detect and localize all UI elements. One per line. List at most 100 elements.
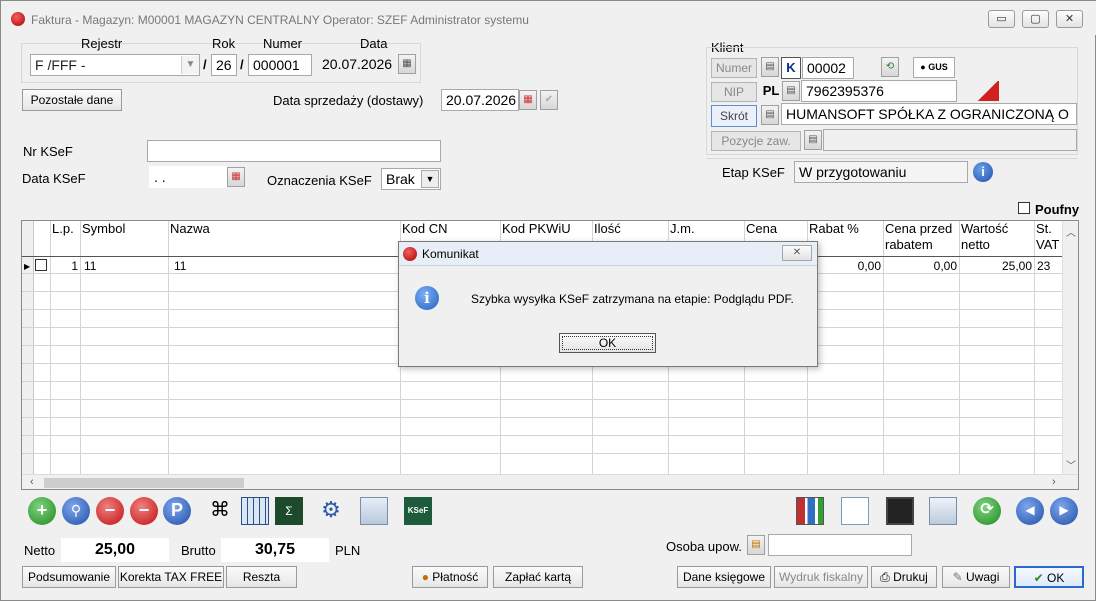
pozycje-zaw-input[interactable]: [823, 129, 1077, 151]
cell-rabat[interactable]: 0,00: [807, 259, 881, 273]
lookup-icon[interactable]: ▤: [761, 105, 779, 125]
previous-icon[interactable]: ◀: [1016, 497, 1044, 525]
add-icon[interactable]: +: [28, 497, 56, 525]
table-icon[interactable]: [241, 497, 269, 525]
column-header-kod-cn[interactable]: Kod CN: [402, 221, 448, 237]
column-divider: [80, 221, 81, 475]
chevron-down-icon[interactable]: ▼: [421, 170, 439, 188]
document-icon[interactable]: [841, 497, 869, 525]
calendar-icon[interactable]: ▦: [398, 54, 416, 74]
rejestr-select[interactable]: F /FFF -: [30, 54, 200, 76]
column-header-symbol[interactable]: Symbol: [82, 221, 125, 237]
data-sprzedazy-input[interactable]: 20.07.2026: [441, 89, 519, 111]
cell-symbol[interactable]: 11: [84, 259, 96, 273]
column-header-nazwa[interactable]: Nazwa: [170, 221, 210, 237]
ok-button[interactable]: ✔ OK: [1014, 566, 1084, 588]
calendar-icon[interactable]: ▦: [519, 90, 537, 110]
column-header-jm[interactable]: J.m.: [670, 221, 695, 237]
binoculars-icon[interactable]: ⌘: [206, 497, 234, 525]
lookup-icon[interactable]: ▤: [804, 130, 822, 150]
osoba-upow-input[interactable]: [768, 534, 912, 556]
data-sprzedazy-label: Data sprzedaży (dostawy): [273, 93, 424, 108]
save-icon[interactable]: [886, 497, 914, 525]
column-header-kod-pkwiu[interactable]: Kod PKWiU: [502, 221, 571, 237]
column-header-ilosc[interactable]: Ilość: [594, 221, 621, 237]
column-header-cena-przed-rabatem[interactable]: Cena przed rabatem: [885, 221, 957, 253]
currency-label: PLN: [335, 543, 361, 558]
close-button[interactable]: ✕: [1056, 10, 1083, 28]
lookup-icon[interactable]: ▤: [782, 81, 800, 101]
podsumowanie-button[interactable]: Podsumowanie: [22, 566, 116, 588]
column-header-rabat[interactable]: Rabat %: [809, 221, 859, 237]
gus-button[interactable]: ● GUS: [913, 57, 955, 78]
refresh-icon[interactable]: ⟳: [973, 497, 1001, 525]
poufny-checkbox[interactable]: [1018, 202, 1030, 214]
client-number-input[interactable]: 00002: [802, 57, 854, 79]
scroll-down-icon[interactable]: ﹀: [1066, 457, 1076, 472]
row-checkbox[interactable]: [35, 259, 47, 271]
scroll-thumb[interactable]: [44, 478, 244, 488]
horizontal-scrollbar[interactable]: ‹ ›: [22, 474, 1078, 489]
printer-icon: ⎙: [880, 570, 890, 584]
person-lookup-icon[interactable]: ▤: [747, 535, 765, 555]
chart-window-icon[interactable]: [360, 497, 388, 525]
vertical-scrollbar[interactable]: ︿ ﹀: [1062, 221, 1078, 475]
platnosc-button[interactable]: ● Płatność: [412, 566, 488, 588]
numer-input[interactable]: 000001: [248, 54, 312, 76]
nip-input[interactable]: 7962395376: [801, 80, 957, 102]
gears-icon[interactable]: ⚙: [317, 497, 345, 525]
edit-search-icon[interactable]: ⚲: [62, 497, 90, 525]
chevron-down-icon[interactable]: ▼: [181, 56, 199, 74]
next-icon[interactable]: ▶: [1050, 497, 1078, 525]
numer-button[interactable]: Numer: [711, 58, 757, 78]
wydruk-fiskalny-button[interactable]: Wydruk fiskalny: [774, 566, 868, 588]
uwagi-button[interactable]: ✎ Uwagi: [942, 566, 1010, 588]
drukuj-button[interactable]: ⎙ Drukuj: [871, 566, 937, 588]
skrot-button[interactable]: Skrót: [711, 105, 757, 127]
cell-wartosc[interactable]: 25,00: [959, 259, 1032, 273]
maximize-button[interactable]: ▢: [1022, 10, 1049, 28]
checkmark-icon[interactable]: ✔: [540, 90, 558, 110]
zaplac-karta-button[interactable]: Zapłać kartą: [493, 566, 583, 588]
pozycje-zaw-button[interactable]: Pozycje zaw.: [711, 131, 801, 151]
scroll-up-icon[interactable]: ︿: [1066, 224, 1076, 239]
gus-label: GUS: [928, 62, 948, 72]
column-header-cena[interactable]: Cena: [746, 221, 777, 237]
column-header-lp[interactable]: L.p.: [52, 221, 74, 237]
row-selector-column: [22, 221, 34, 475]
nr-ksef-input[interactable]: [147, 140, 441, 162]
delete-checked-icon[interactable]: −: [130, 497, 158, 525]
cell-cena-przed[interactable]: 0,00: [883, 259, 957, 273]
nip-button[interactable]: NIP: [711, 82, 757, 102]
scroll-right-icon[interactable]: ›: [1052, 476, 1056, 488]
flag-icon[interactable]: [977, 81, 999, 101]
calendar-icon[interactable]: ▦: [227, 167, 245, 187]
sum-icon[interactable]: Σ: [275, 497, 303, 525]
app-icon: [11, 12, 25, 26]
delete-icon[interactable]: −: [96, 497, 124, 525]
reszta-button[interactable]: Reszta: [226, 566, 297, 588]
pozostale-dane-button[interactable]: Pozostałe dane: [22, 89, 122, 111]
dane-ksiegowe-button[interactable]: Dane księgowe: [677, 566, 771, 588]
refresh-icon[interactable]: ⟲: [881, 57, 899, 77]
cell-lp[interactable]: 1: [50, 259, 78, 273]
ksef-icon[interactable]: KSeF: [404, 497, 432, 525]
report-chart-icon[interactable]: [796, 497, 824, 525]
column-header-wartosc-netto[interactable]: Wartość netto: [961, 221, 1033, 253]
info-icon[interactable]: i: [973, 162, 993, 182]
cell-nazwa[interactable]: 11: [174, 259, 186, 273]
minimize-button[interactable]: ▭: [988, 10, 1015, 28]
rok-input[interactable]: 26: [211, 54, 237, 76]
lookup-icon[interactable]: ▤: [761, 57, 779, 77]
korekta-tax-free-button[interactable]: Korekta TAX FREE: [118, 566, 224, 588]
cell-vat[interactable]: 23: [1037, 259, 1050, 273]
data-ksef-input[interactable]: . .: [149, 166, 227, 188]
dialog-ok-button[interactable]: OK: [559, 333, 656, 353]
windows-icon[interactable]: [929, 497, 957, 525]
parameters-icon[interactable]: P: [163, 497, 191, 525]
column-header-st-vat[interactable]: St. VAT: [1036, 221, 1062, 253]
scroll-left-icon[interactable]: ‹: [30, 476, 34, 488]
poufny-label: Poufny: [1035, 202, 1080, 217]
dialog-close-button[interactable]: ✕: [782, 245, 812, 261]
skrot-input[interactable]: HUMANSOFT SPÓŁKA Z OGRANICZONĄ O: [781, 103, 1077, 125]
